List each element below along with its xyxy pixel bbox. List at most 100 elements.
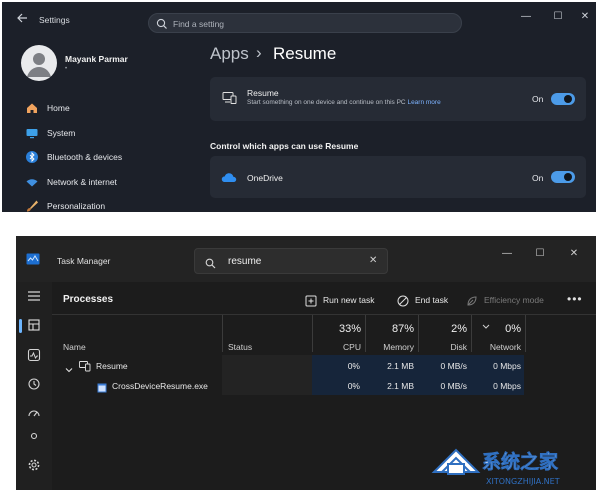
settings-window: Settings Find a setting — ☐ ✕ Mayank Par… (2, 2, 596, 212)
clear-search-button[interactable]: ✕ (369, 255, 377, 266)
column-header-memory[interactable]: 87% Memory (365, 315, 418, 352)
table-row[interactable]: Resume 0% 2.1 MB 0 MB/s 0 Mbps (52, 355, 596, 375)
app-history-icon[interactable] (26, 377, 42, 393)
learn-more-link[interactable]: Learn more (407, 99, 440, 106)
resume-app-icon (79, 359, 91, 372)
network-value: 0 Mbps (493, 361, 521, 371)
status-cell-bg (222, 355, 312, 375)
processes-icon[interactable] (26, 318, 42, 334)
resume-toggle[interactable] (551, 93, 575, 105)
end-task-label: End task (415, 295, 449, 305)
cpu-value: 0% (347, 361, 360, 371)
column-label: CPU (343, 342, 361, 352)
network-value: 0 Mbps (493, 381, 521, 391)
onedrive-toggle[interactable] (551, 171, 575, 183)
sidebar-item-label: Personalization (47, 201, 106, 211)
exe-window-icon (97, 380, 107, 393)
onedrive-setting-card[interactable]: OneDrive On (210, 156, 586, 198)
sidebar-item-label: Bluetooth & devices (47, 152, 123, 162)
onedrive-icon (221, 171, 237, 183)
breadcrumb-separator: › (256, 43, 262, 62)
sidebar-item-label: Home (47, 103, 70, 113)
sidebar-item-label: Network & internet (47, 177, 117, 187)
resume-setting-card[interactable]: Resume Start something on one device and… (210, 77, 586, 121)
search-placeholder: Find a setting (173, 19, 225, 29)
task-manager-sidebar (16, 282, 52, 490)
toggle-knob (564, 95, 572, 103)
run-task-icon (305, 294, 317, 307)
column-header-status[interactable]: Status (222, 315, 312, 352)
memory-total: 87% (391, 323, 414, 335)
minimize-button[interactable]: — (500, 248, 514, 259)
user-email: • (65, 66, 68, 72)
column-label: Network (489, 342, 521, 352)
task-manager-logo-icon (26, 252, 40, 265)
run-new-task-button[interactable]: Run new task (305, 292, 385, 308)
performance-icon[interactable] (26, 348, 42, 364)
column-header-disk[interactable]: 2% Disk (418, 315, 471, 352)
breadcrumb-parent[interactable]: Apps (210, 44, 249, 64)
hamburger-menu-icon[interactable] (26, 290, 42, 306)
wifi-icon (25, 175, 39, 189)
chevron-down-icon[interactable] (65, 361, 73, 373)
maximize-button[interactable]: ☐ (533, 248, 547, 259)
memory-value: 2.1 MB (387, 361, 414, 371)
system-icon (25, 126, 39, 140)
cpu-value: 0% (347, 381, 360, 391)
run-new-task-label: Run new task (323, 295, 375, 305)
onedrive-state-label: On (532, 173, 544, 183)
onedrive-title: OneDrive (247, 173, 283, 183)
process-name: Resume (96, 361, 128, 371)
cpu-total: 33% (338, 323, 361, 335)
watermark-text: 系统之家 (482, 450, 559, 473)
table-row[interactable]: CrossDeviceResume.exe 0% 2.1 MB 0 MB/s 0… (52, 375, 596, 395)
status-cell-bg (222, 375, 312, 395)
sidebar-item-bluetooth[interactable]: Bluetooth & devices (22, 148, 172, 166)
leaf-icon (466, 294, 478, 306)
page-title: Processes (63, 294, 114, 305)
avatar[interactable] (21, 45, 57, 81)
resume-title: Resume (247, 88, 279, 98)
minimize-button[interactable]: — (519, 11, 533, 22)
efficiency-mode-button[interactable]: Efficiency mode (466, 292, 556, 308)
close-button[interactable]: ✕ (567, 248, 581, 259)
watermark-logo: 系统之家 XITONGZHIJIA.NET (428, 438, 598, 490)
watermark-url: XITONGZHIJIA.NET (486, 477, 560, 486)
network-total: 0% (505, 323, 521, 335)
end-task-icon (397, 294, 409, 307)
back-arrow-icon[interactable] (16, 12, 32, 28)
column-label: Memory (383, 342, 414, 352)
more-options-button[interactable]: ••• (567, 292, 583, 306)
search-icon (205, 256, 216, 269)
bluetooth-icon (25, 150, 39, 164)
window-title: Settings (39, 15, 70, 25)
sidebar-item-network[interactable]: Network & internet (22, 173, 172, 191)
disk-total: 2% (451, 323, 467, 335)
resume-devices-icon (222, 91, 238, 105)
sidebar-item-system[interactable]: System (22, 124, 172, 142)
search-icon (156, 17, 168, 29)
resume-description: Start something on one device and contin… (247, 99, 441, 106)
maximize-button[interactable]: ☐ (551, 11, 565, 22)
close-button[interactable]: ✕ (578, 11, 592, 22)
brush-icon (25, 199, 39, 212)
settings-gear-icon[interactable] (26, 458, 42, 474)
settings-search-input[interactable]: Find a setting (148, 13, 462, 33)
column-header-name[interactable]: Name (52, 315, 222, 352)
process-search-input[interactable]: resume ✕ (194, 248, 388, 274)
resume-description-text: Start something on one device and contin… (247, 99, 406, 106)
window-title: Task Manager (57, 256, 111, 266)
column-label: Name (63, 342, 86, 352)
column-header-cpu[interactable]: 33% CPU (312, 315, 365, 352)
process-name: CrossDeviceResume.exe (112, 381, 208, 391)
users-icon[interactable] (26, 432, 42, 440)
sidebar-item-personalization[interactable]: Personalization (22, 197, 172, 212)
toggle-knob (564, 173, 572, 181)
user-name: Mayank Parmar (65, 54, 128, 64)
sidebar-item-home[interactable]: Home (22, 99, 172, 117)
startup-apps-icon[interactable] (26, 406, 42, 422)
section-heading: Control which apps can use Resume (210, 141, 359, 151)
end-task-button[interactable]: End task (397, 292, 457, 308)
column-label: Status (228, 342, 253, 352)
column-header-network[interactable]: 0% Network (471, 315, 526, 352)
